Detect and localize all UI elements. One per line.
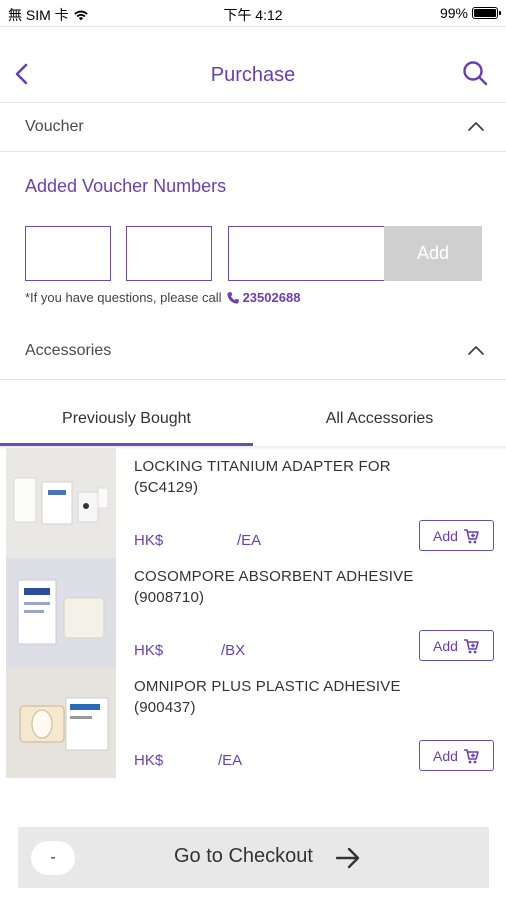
cart-add-icon	[463, 638, 479, 653]
product-unit: /BX	[221, 642, 246, 659]
tab-all-accessories[interactable]: All Accessories	[253, 398, 506, 446]
checkout-button[interactable]: - Go to Checkout	[18, 827, 489, 888]
voucher-section-header[interactable]: Voucher	[0, 103, 506, 151]
product-photo	[6, 668, 116, 778]
voucher-input-1[interactable]	[25, 226, 111, 281]
voucher-section-label: Voucher	[25, 118, 84, 135]
help-text-label: *If you have questions, please call	[25, 290, 222, 305]
product-unit: /EA	[237, 532, 262, 549]
nav-bar: Purchase	[0, 50, 506, 102]
product-photo	[6, 558, 116, 668]
status-bar: 無 SIM 卡 下午 4:12 99%	[0, 0, 506, 26]
product-currency: HK$	[134, 642, 164, 659]
accessories-section-label: Accessories	[25, 342, 112, 359]
add-to-cart-button[interactable]: Add	[419, 520, 494, 551]
product-item: OMNIPOR PLUS PLASTIC ADHESIVE (900437) H…	[0, 668, 506, 778]
status-divider	[0, 26, 506, 27]
voucher-input-2[interactable]	[126, 226, 212, 281]
status-time: 下午 4:12	[223, 7, 283, 23]
product-currency: HK$	[134, 532, 164, 549]
product-item: LOCKING TITANIUM ADAPTER FOR (5C4129) HK…	[0, 448, 506, 558]
cart-add-icon	[463, 528, 479, 543]
add-to-cart-label: Add	[433, 747, 458, 764]
battery-percent: 99%	[439, 5, 468, 21]
product-unit: /EA	[218, 752, 243, 769]
accessories-divider	[0, 379, 506, 380]
add-to-cart-button[interactable]: Add	[419, 740, 494, 771]
product-image[interactable]	[6, 448, 116, 558]
voucher-divider	[0, 151, 506, 152]
chevron-up-icon	[468, 346, 484, 355]
product-currency: HK$	[134, 752, 164, 769]
status-right: 99%	[439, 5, 501, 21]
arrow-right-icon	[335, 847, 360, 869]
add-to-cart-button[interactable]: Add	[419, 630, 494, 661]
voucher-title: Added Voucher Numbers	[25, 176, 227, 196]
phone-icon	[226, 291, 239, 304]
accessories-section-header[interactable]: Accessories	[0, 327, 506, 375]
search-icon[interactable]	[460, 58, 492, 90]
chevron-up-icon	[468, 122, 484, 131]
checkout-label: Go to Checkout	[174, 845, 313, 867]
cart-quantity-badge: -	[31, 841, 75, 875]
page-title: Purchase	[210, 64, 296, 86]
voucher-input-3[interactable]	[228, 226, 386, 281]
cart-add-icon	[463, 748, 479, 763]
battery-icon	[472, 7, 501, 19]
add-to-cart-label: Add	[433, 527, 458, 544]
add-voucher-button[interactable]: Add	[384, 226, 482, 281]
product-image[interactable]	[6, 668, 116, 778]
product-image[interactable]	[6, 558, 116, 668]
help-text: *If you have questions, please call 2350…	[25, 290, 300, 305]
tab-previously-bought[interactable]: Previously Bought	[0, 398, 253, 446]
battery-fill	[474, 9, 496, 17]
product-name: OMNIPOR PLUS PLASTIC ADHESIVE (900437)	[134, 678, 401, 716]
product-photo	[6, 448, 116, 558]
add-to-cart-label: Add	[433, 637, 458, 654]
product-name: LOCKING TITANIUM ADAPTER FOR (5C4129)	[134, 458, 391, 496]
product-item: COSOMPORE ABSORBENT ADHESIVE (9008710) H…	[0, 558, 506, 668]
product-name: COSOMPORE ABSORBENT ADHESIVE (9008710)	[134, 568, 414, 606]
phone-number-link[interactable]: 23502688	[243, 290, 301, 305]
